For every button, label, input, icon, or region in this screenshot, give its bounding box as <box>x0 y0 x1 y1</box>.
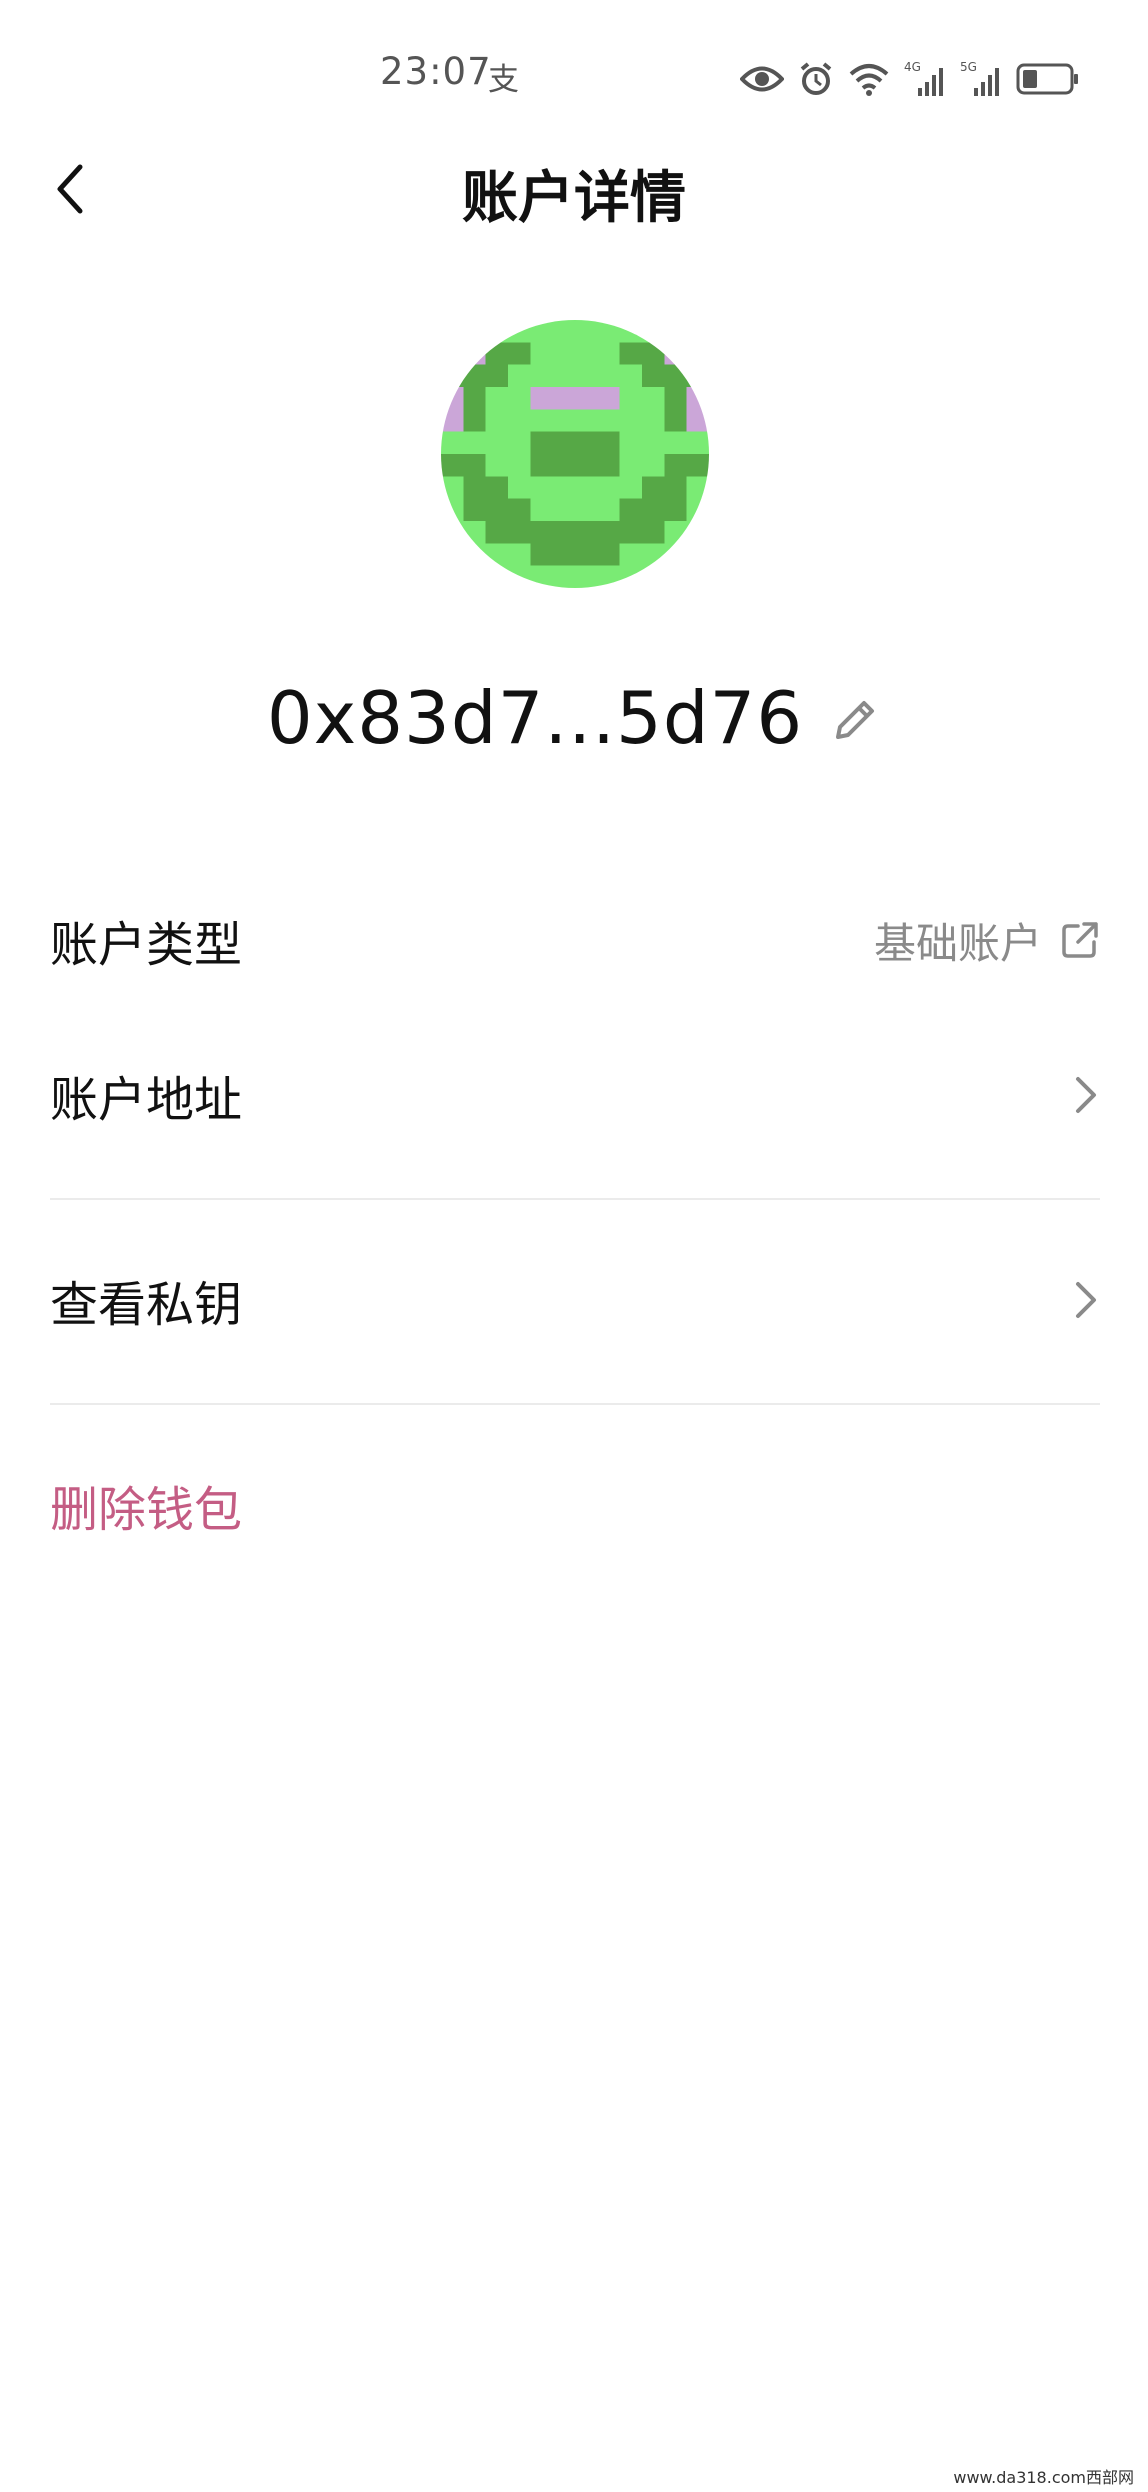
row-delete-wallet[interactable]: 删除钱包 <box>50 1450 1100 1560</box>
sim2-network-label: 5G <box>960 60 977 74</box>
divider <box>50 1403 1100 1405</box>
page-title: 账户详情 <box>462 166 686 231</box>
row-account-type-label: 账户类型 <box>50 917 243 973</box>
row-view-private-key[interactable]: 查看私钥 <box>50 1245 1100 1355</box>
signal-5g-icon: 5G <box>960 60 1002 98</box>
sim1-network-label: 4G <box>904 60 921 74</box>
row-account-type-value: 基础账户 <box>873 918 1042 968</box>
external-link-icon <box>1062 922 1098 958</box>
signal-4g-icon: 4G <box>904 60 946 98</box>
battery-icon <box>1016 62 1080 96</box>
status-alipay-glyph: 支 <box>488 62 519 98</box>
row-account-address-label: 账户地址 <box>50 1072 243 1128</box>
chevron-right-icon <box>1076 1282 1096 1318</box>
header: 账户详情 <box>0 135 1148 245</box>
account-address: 0x83d7...5d76 <box>266 676 804 760</box>
pencil-icon <box>836 701 875 739</box>
row-view-private-key-label: 查看私钥 <box>50 1277 243 1333</box>
chevron-right-icon <box>1076 1077 1096 1113</box>
status-icons: 4G 5G <box>740 56 1080 102</box>
eye-icon <box>740 64 784 94</box>
row-account-type[interactable]: 账户类型 基础账户 <box>50 885 1100 995</box>
row-account-address[interactable]: 账户地址 <box>50 1040 1100 1150</box>
address-row: 0x83d7...5d76 <box>0 668 1148 768</box>
status-time: 23:07 <box>380 50 492 93</box>
edit-name-button[interactable] <box>829 694 881 746</box>
wifi-icon <box>848 62 890 96</box>
status-bar: 23:07 支 4G 5G <box>0 0 1148 150</box>
avatar <box>441 320 709 588</box>
alarm-icon <box>798 61 834 97</box>
watermark: www.da318.com西部网 <box>953 2468 1134 2487</box>
divider <box>50 1198 1100 1200</box>
delete-wallet-label: 删除钱包 <box>50 1482 243 1538</box>
